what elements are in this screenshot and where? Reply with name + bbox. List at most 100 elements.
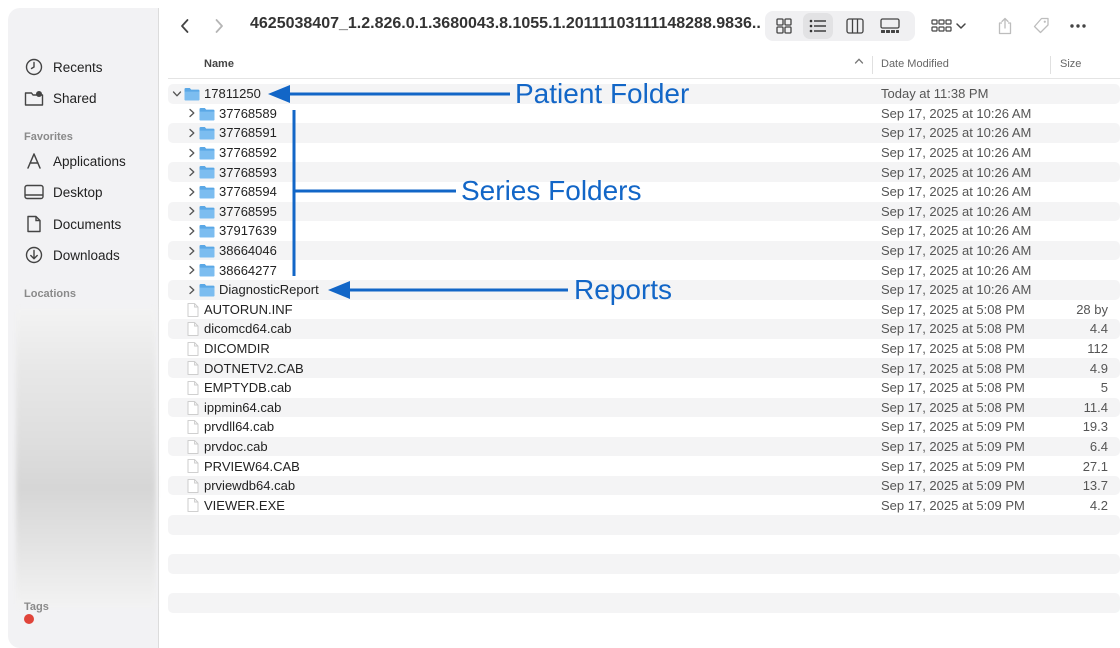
item-size: 13.7 <box>1082 478 1108 494</box>
list-item[interactable]: ippmin64.cab Sep 17, 2025 at 5:08 PM 11.4 <box>168 397 1120 418</box>
share-button[interactable] <box>990 13 1020 39</box>
list-item[interactable]: 37768592 Sep 17, 2025 at 10:26 AM <box>168 143 1120 163</box>
item-name: 37768595 <box>219 203 277 219</box>
disclosure-chevron-right-icon[interactable] <box>187 265 197 275</box>
sidebar-item-documents[interactable]: Documents <box>24 213 121 235</box>
item-date-modified: Sep 17, 2025 at 10:26 AM <box>881 164 1032 180</box>
disclosure-chevron-right-icon[interactable] <box>187 148 197 158</box>
list-item[interactable]: prvdoc.cab Sep 17, 2025 at 5:09 PM 6.4 <box>168 436 1120 457</box>
desktop-icon <box>24 182 44 202</box>
item-name: AUTORUN.INF <box>204 301 293 317</box>
folder-icon <box>199 263 215 277</box>
list-item[interactable]: prvdll64.cab Sep 17, 2025 at 5:09 PM 19.3 <box>168 417 1120 437</box>
item-date-modified: Sep 17, 2025 at 10:26 AM <box>881 223 1032 239</box>
clock-icon <box>24 57 44 77</box>
sidebar-item-recents[interactable]: Recents <box>24 56 103 78</box>
disclosure-chevron-right-icon[interactable] <box>187 285 197 295</box>
item-size: 4.2 <box>1089 497 1108 513</box>
shared-folder-icon <box>24 88 44 108</box>
list-item[interactable]: 37768594 Sep 17, 2025 at 10:26 AM <box>168 182 1120 202</box>
gallery-view-button[interactable] <box>875 13 905 39</box>
item-date-modified: Sep 17, 2025 at 10:26 AM <box>881 105 1032 121</box>
list-item[interactable]: EMPTYDB.cab Sep 17, 2025 at 5:08 PM 5 <box>168 378 1120 398</box>
item-size: 5 <box>1100 380 1108 396</box>
empty-row <box>168 535 1120 555</box>
item-name: ippmin64.cab <box>204 399 282 415</box>
column-size[interactable]: Size <box>1060 58 1081 70</box>
back-button[interactable] <box>170 12 200 40</box>
disclosure-chevron-right-icon[interactable] <box>187 108 197 118</box>
file-list: 17811250 Today at 11:38 PM 37768589 Sep 17,… <box>168 84 1120 633</box>
column-view-button[interactable] <box>840 13 870 39</box>
disclosure-chevron-right-icon[interactable] <box>187 206 197 216</box>
list-item[interactable]: dicomcd64.cab Sep 17, 2025 at 5:08 PM 4.4 <box>168 319 1120 339</box>
group-by-button[interactable] <box>928 13 970 39</box>
item-name: prviewdb64.cab <box>204 478 296 494</box>
column-name[interactable]: Name <box>204 58 234 70</box>
sidebar-item-desktop[interactable]: Desktop <box>24 181 103 203</box>
item-date-modified: Sep 17, 2025 at 5:08 PM <box>881 341 1025 357</box>
column-divider[interactable] <box>1050 56 1051 74</box>
item-name: prvdoc.cab <box>204 438 268 454</box>
list-icon <box>809 19 826 33</box>
item-date-modified: Sep 17, 2025 at 5:08 PM <box>881 321 1025 337</box>
gallery-icon <box>880 18 900 33</box>
item-date-modified: Today at 11:38 PM <box>881 86 989 102</box>
folder-icon <box>199 185 215 199</box>
item-date-modified: Sep 17, 2025 at 5:08 PM <box>881 380 1025 396</box>
item-date-modified: Sep 17, 2025 at 10:26 AM <box>881 184 1032 200</box>
folder-icon <box>199 126 215 140</box>
sidebar-item-label: Recents <box>53 59 103 75</box>
item-date-modified: Sep 17, 2025 at 5:09 PM <box>881 419 1025 435</box>
empty-row <box>168 515 1120 535</box>
list-item[interactable]: PRVIEW64.CAB Sep 17, 2025 at 5:09 PM 27.1 <box>168 456 1120 476</box>
list-item[interactable]: 37768591 Sep 17, 2025 at 10:26 AM <box>168 123 1120 143</box>
tag-button[interactable] <box>1026 13 1056 39</box>
file-icon <box>187 302 203 317</box>
list-item[interactable]: 37768595 Sep 17, 2025 at 10:26 AM <box>168 201 1120 222</box>
chevron-right-icon <box>215 19 223 33</box>
disclosure-chevron-right-icon[interactable] <box>187 246 197 256</box>
empty-row <box>168 613 1120 633</box>
item-size: 112 <box>1087 341 1108 357</box>
list-view-button[interactable] <box>803 13 833 39</box>
list-item[interactable]: prviewdb64.cab Sep 17, 2025 at 5:09 PM 13.… <box>168 475 1120 496</box>
sidebar-item-label: Shared <box>53 90 97 106</box>
item-size: 19.3 <box>1082 419 1108 435</box>
sidebar-item-shared[interactable]: Shared <box>24 87 97 109</box>
column-divider[interactable] <box>872 56 873 74</box>
folder-icon <box>199 146 215 160</box>
ellipsis-icon <box>1070 24 1086 28</box>
item-size: 4.4 <box>1089 321 1108 337</box>
disclosure-chevron-right-icon[interactable] <box>187 128 197 138</box>
folder-icon <box>184 87 200 101</box>
file-icon <box>187 498 203 513</box>
disclosure-chevron-right-icon[interactable] <box>187 187 197 197</box>
document-icon <box>24 214 44 234</box>
column-date-modified[interactable]: Date Modified <box>881 58 949 70</box>
share-icon <box>998 17 1012 35</box>
folder-icon <box>199 165 215 179</box>
sidebar-item-downloads[interactable]: Downloads <box>24 244 120 266</box>
disclosure-chevron-right-icon[interactable] <box>187 226 197 236</box>
sidebar-item-applications[interactable]: Applications <box>24 150 126 172</box>
list-item[interactable]: 38664046 Sep 17, 2025 at 10:26 AM <box>168 240 1120 261</box>
disclosure-chevron-right-icon[interactable] <box>187 167 197 177</box>
folder-icon <box>199 107 215 121</box>
item-name: 37917639 <box>219 223 277 239</box>
tag-color-dot[interactable] <box>24 614 34 624</box>
list-item[interactable]: DOTNETV2.CAB Sep 17, 2025 at 5:08 PM 4.9 <box>168 358 1120 378</box>
list-item[interactable]: VIEWER.EXE Sep 17, 2025 at 5:09 PM 4.2 <box>168 495 1120 515</box>
more-actions-button[interactable] <box>1063 13 1093 39</box>
item-name: 37768594 <box>219 184 277 200</box>
file-icon <box>187 400 203 415</box>
disclosure-chevron-down-icon[interactable] <box>172 89 182 99</box>
icon-view-button[interactable] <box>769 13 799 39</box>
list-item[interactable]: 37768593 Sep 17, 2025 at 10:26 AM <box>168 162 1120 182</box>
file-icon <box>187 459 203 474</box>
list-item[interactable]: 37917639 Sep 17, 2025 at 10:26 AM <box>168 221 1120 241</box>
chevron-up-icon[interactable] <box>854 56 864 69</box>
item-name: 38664277 <box>219 262 277 278</box>
list-item[interactable]: DICOMDIR Sep 17, 2025 at 5:08 PM 112 <box>168 339 1120 359</box>
forward-button[interactable] <box>204 12 234 40</box>
